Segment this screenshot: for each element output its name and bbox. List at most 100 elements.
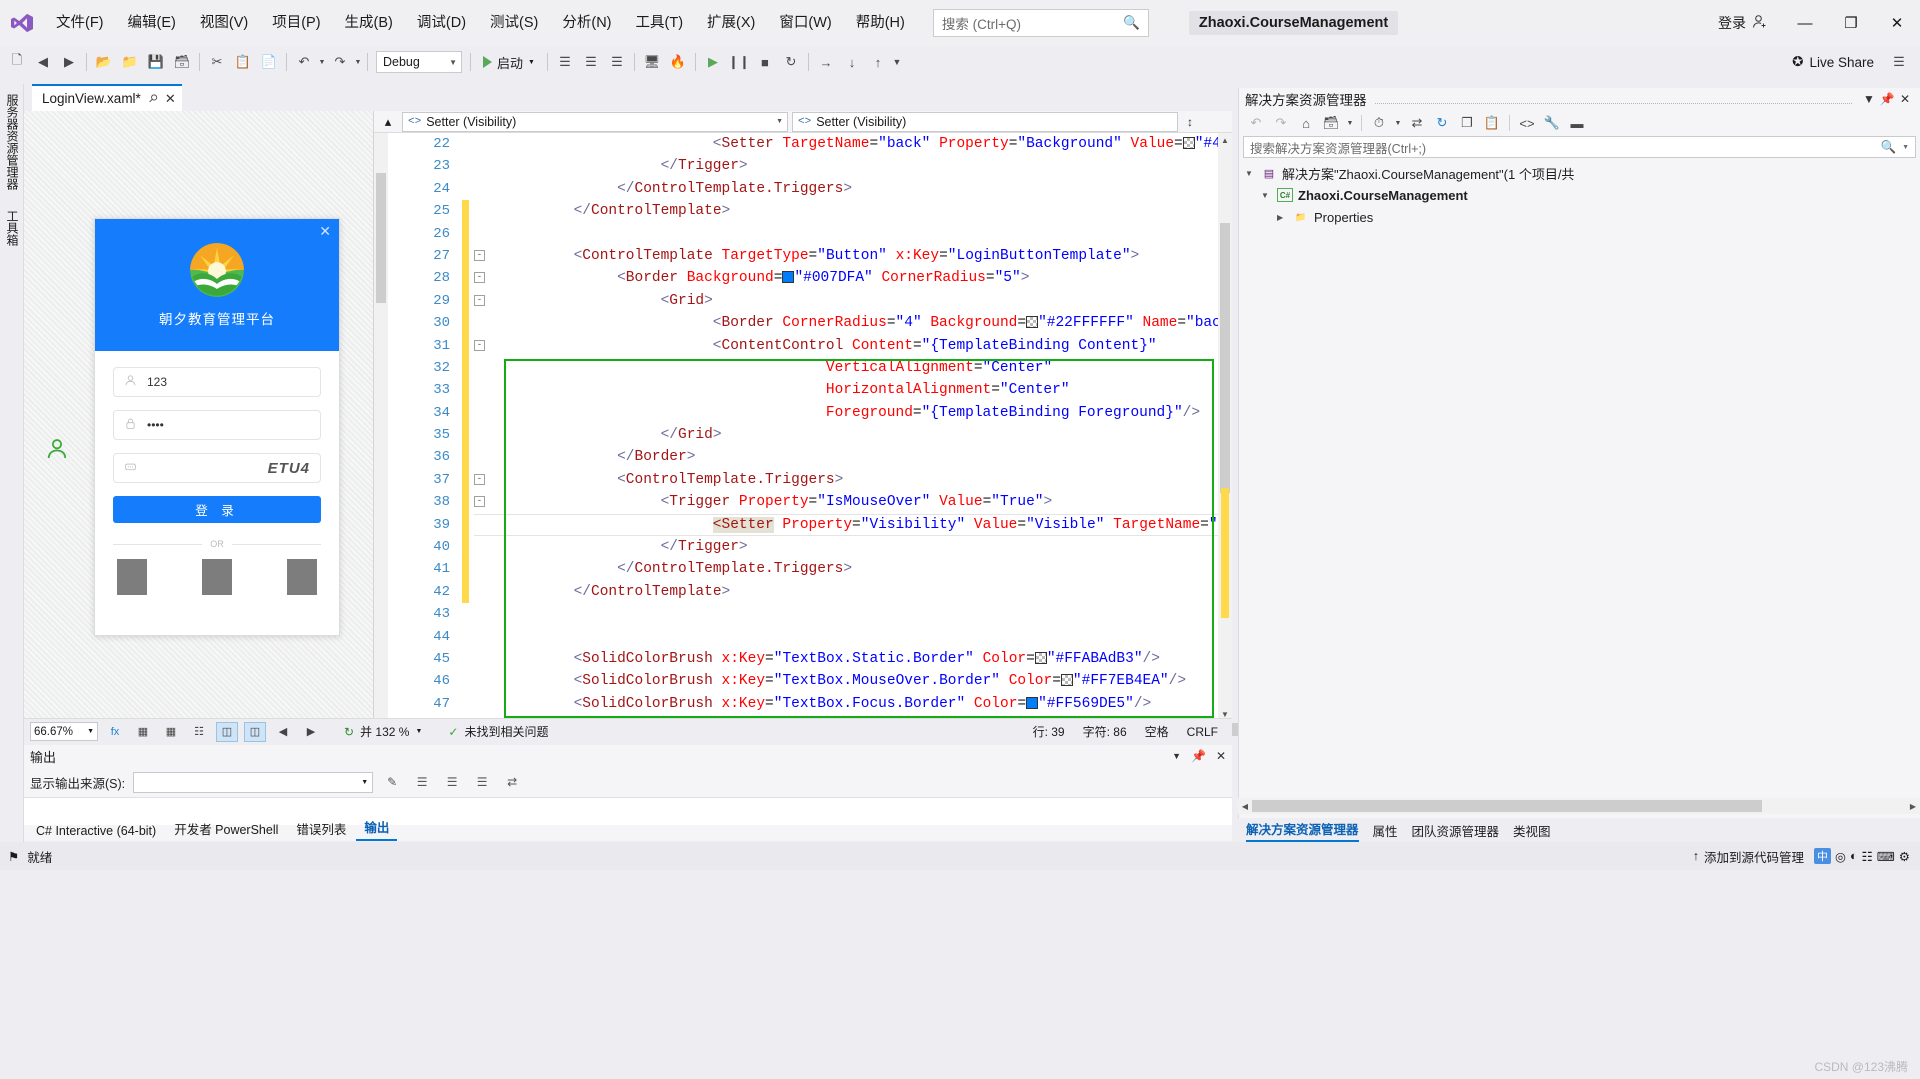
tab-properties[interactable]: 属性 <box>1373 821 1398 840</box>
code-fold-toggle[interactable]: - <box>474 249 485 261</box>
paste-icon[interactable]: 📄 <box>256 49 282 75</box>
clear-output-icon[interactable]: ✎ <box>381 772 403 793</box>
snap-grid-icon[interactable]: ☷ <box>188 722 210 742</box>
find-output-icon[interactable]: ☰ <box>471 772 493 793</box>
code-line[interactable]: 23 </Trigger> <box>414 155 1214 177</box>
ime-indicator[interactable]: 中 ◎ ◐ ☷ ⌨ ⚙ <box>1814 848 1910 864</box>
code-line[interactable]: 37 - <ControlTemplate.Triggers> <box>414 468 1214 492</box>
navbar-member-select-left[interactable]: <> Setter (Visibility) ▼ <box>402 111 788 132</box>
tab-csharp-interactive[interactable]: C# Interactive (64-bit) <box>28 821 164 841</box>
new-project-icon[interactable]: 📂 <box>91 49 117 75</box>
design-social-qq[interactable] <box>117 559 147 595</box>
sidebar-item-toolbox[interactable]: 工具箱 <box>0 200 25 256</box>
attach-process-icon[interactable]: 🖥 <box>639 49 665 75</box>
code-line[interactable]: 27 - <ControlTemplate TargetType="Button" … <box>414 244 1214 268</box>
design-social-weibo[interactable] <box>287 559 317 595</box>
split-view-button[interactable]: ↕ <box>1178 115 1202 129</box>
menu-file[interactable]: 文件(F) <box>44 8 116 38</box>
design-social-wechat[interactable] <box>202 559 232 595</box>
code-line[interactable]: 35 </Grid> <box>414 424 1214 447</box>
maximize-button[interactable]: ❐ <box>1828 0 1874 46</box>
horizontal-split-icon[interactable]: ◫ <box>244 721 266 742</box>
output-source-select[interactable]: ▼ <box>133 771 374 793</box>
sidebar-item-server-explorer[interactable]: 服务器资源管理器 <box>0 84 25 200</box>
align-center-icon[interactable]: ☰ <box>578 49 604 75</box>
tab-developer-powershell[interactable]: 开发者 PowerShell <box>166 816 286 841</box>
code-line[interactable]: 47 <SolidColorBrush x:Key="TextBox.Focus.… <box>414 693 1214 715</box>
show-all-files-icon[interactable]: 📋 <box>1481 112 1503 134</box>
code-fold-toggle[interactable]: - <box>474 339 485 351</box>
home-icon[interactable]: ⌂ <box>1295 112 1317 134</box>
design-login-button[interactable]: 登 录 <box>113 496 321 523</box>
menu-view[interactable]: 视图(V) <box>188 8 260 38</box>
code-fold-toggle[interactable]: - <box>474 272 485 284</box>
live-share-button[interactable]: ✪ Live Share <box>1780 54 1886 70</box>
toolbar-overflow-icon[interactable]: ▼ <box>891 49 903 75</box>
code-line[interactable]: 43 <box>414 603 1214 625</box>
close-button[interactable]: ✕ <box>1874 0 1920 46</box>
chevron-right-icon[interactable]: ▶ <box>1277 213 1288 222</box>
tab-error-list[interactable]: 错误列表 <box>288 816 354 841</box>
code-line[interactable]: 22 <Setter TargetName="back" Property="Ba… <box>414 133 1232 155</box>
menu-help[interactable]: 帮助(H) <box>844 8 917 38</box>
code-fold-toggle[interactable]: - <box>474 473 485 485</box>
code-line[interactable]: 41 </ControlTemplate.Triggers> <box>414 558 1214 581</box>
menu-tools[interactable]: 工具(T) <box>624 8 696 38</box>
restart-icon[interactable]: ↻ <box>778 49 804 75</box>
code-line[interactable]: 32 VerticalAlignment="Center" <box>414 356 1214 380</box>
run-icon[interactable]: ▶ <box>700 49 726 75</box>
code-line[interactable]: 26 <box>414 222 1214 245</box>
save-icon[interactable]: 💾 <box>143 49 169 75</box>
chevron-down-icon[interactable]: ▼ <box>1393 112 1403 134</box>
tree-item-project[interactable]: ▼ C# Zhaoxi.CourseManagement <box>1245 184 1914 206</box>
step-out-icon[interactable]: ↑ <box>865 49 891 75</box>
collapse-left-icon[interactable]: ◀ <box>272 722 294 742</box>
code-line[interactable]: 42 </ControlTemplate> <box>414 580 1214 604</box>
grid-small-icon[interactable]: ▦ <box>132 722 154 742</box>
solution-explorer-search-input[interactable]: 搜索解决方案资源管理器(Ctrl+;) 🔍 ▼ <box>1243 136 1916 158</box>
menu-project[interactable]: 项目(P) <box>260 8 332 38</box>
designer-zoom-select[interactable]: 66.67% ▼ <box>30 722 98 741</box>
code-line[interactable]: 24 </ControlTemplate.Triggers> <box>414 178 1214 200</box>
code-line-list[interactable]: 22 <Setter TargetName="back" Property="Ba… <box>414 133 1232 721</box>
tab-solution-explorer[interactable]: 解决方案资源管理器 <box>1246 819 1359 842</box>
code-line[interactable]: 33 HorizontalAlignment="Center" <box>414 379 1214 402</box>
properties-icon[interactable]: 🔧 <box>1541 112 1563 134</box>
scroll-right-icon[interactable]: ▶ <box>1906 798 1920 814</box>
copy-icon[interactable]: 📋 <box>230 49 256 75</box>
chevron-down-icon[interactable]: ▼ <box>415 728 422 735</box>
step-over-icon[interactable]: → <box>813 49 839 75</box>
scroll-left-icon[interactable]: ◀ <box>1238 798 1252 814</box>
effects-toggle-icon[interactable]: fx <box>104 722 126 742</box>
chevron-down-icon[interactable]: ▼ <box>1245 169 1256 178</box>
start-debug-button[interactable]: 启动 ▼ <box>475 49 543 75</box>
open-file-icon[interactable]: 📁 <box>117 49 143 75</box>
redo-dropdown-icon[interactable]: ▼ <box>353 49 363 75</box>
tab-class-view[interactable]: 类视图 <box>1513 821 1551 840</box>
refresh-icon[interactable]: ↻ <box>1431 112 1453 134</box>
pause-icon[interactable]: ❙❙ <box>726 49 752 75</box>
toggle-wordwrap-icon[interactable]: ☰ <box>441 772 463 793</box>
align-right-icon[interactable]: ☰ <box>604 49 630 75</box>
code-line[interactable]: 25 </ControlTemplate> <box>414 200 1214 223</box>
code-line[interactable]: 45 <SolidColorBrush x:Key="TextBox.Static… <box>414 648 1214 670</box>
navbar-expand-icon[interactable]: ▴ <box>374 111 402 133</box>
redo-icon[interactable]: ↷ <box>327 49 353 75</box>
pin-icon[interactable]: ⚲ <box>145 91 160 106</box>
xaml-designer-pane[interactable]: ✕ 朝夕教育管理平台 123 •••• ETU4 登 录 OR <box>24 111 374 718</box>
editor-glyph-margin[interactable] <box>388 133 414 721</box>
chevron-down-icon[interactable]: ▼ <box>1902 144 1909 151</box>
close-icon[interactable]: ✕ <box>1896 92 1914 106</box>
tree-item-solution[interactable]: ▼ ▤ 解决方案"Zhaoxi.CourseManagement"(1 个项目/… <box>1245 162 1914 184</box>
chevron-down-icon[interactable]: ▼ <box>1860 92 1878 106</box>
menu-debug[interactable]: 调试(D) <box>405 8 478 38</box>
quick-search-input[interactable]: 搜索 (Ctrl+Q) 🔍 <box>932 9 1149 37</box>
build-configuration-select[interactable]: Debug ▼ <box>376 51 462 73</box>
code-line[interactable]: 29 - <Grid> <box>414 289 1214 313</box>
code-line[interactable]: 46 <SolidColorBrush x:Key="TextBox.MouseO… <box>414 670 1214 692</box>
code-line[interactable]: 38- <Trigger Property="IsMouseOver" Value… <box>414 491 1214 514</box>
align-left-icon[interactable]: ☰ <box>552 49 578 75</box>
wrap-output-icon[interactable]: ☰ <box>411 772 433 793</box>
scrollbar-thumb[interactable] <box>1220 223 1230 493</box>
back-navigate-icon[interactable]: ◀ <box>30 49 56 75</box>
